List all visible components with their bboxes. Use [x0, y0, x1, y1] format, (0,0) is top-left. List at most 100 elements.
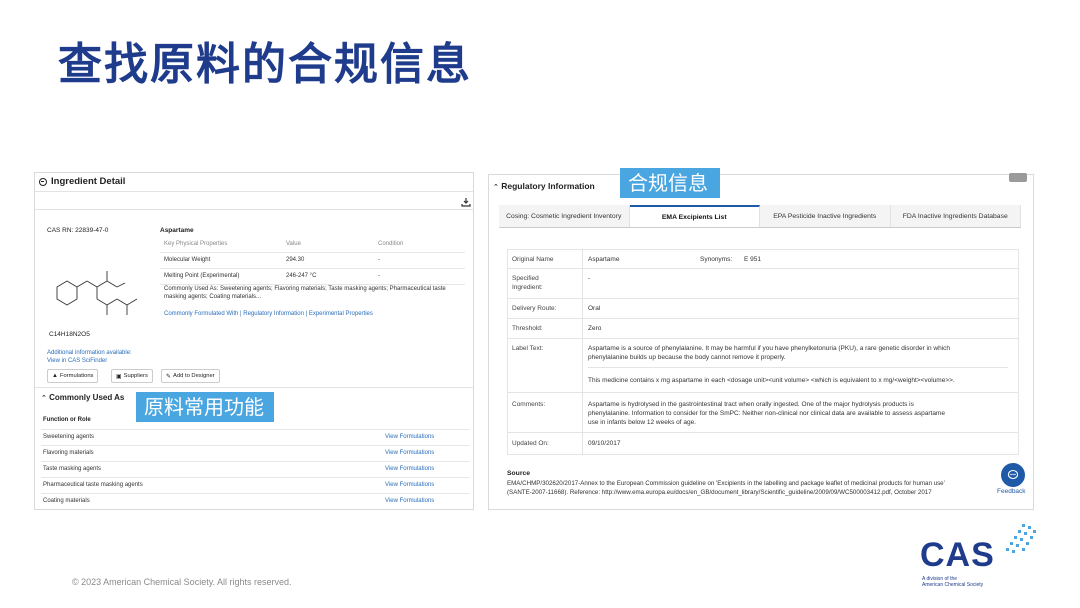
- column-divider: [582, 318, 583, 338]
- add-to-designer-button-label: Add to Designer: [173, 373, 215, 379]
- ingredient-detail-header: Ingredient Detail: [39, 176, 125, 187]
- table-row: Molecular Weight 294.30 -: [160, 253, 465, 269]
- source-line2: (SANTE-2007-11668). Reference: http://ww…: [507, 489, 932, 496]
- cas-logo: CAS A division of the American Chemical …: [920, 522, 1040, 592]
- suppliers-button[interactable]: ▣ Suppliers: [111, 369, 153, 383]
- header-divider: [35, 191, 473, 192]
- chemical-structure-image: [56, 271, 138, 315]
- detail-links[interactable]: Commonly Formulated With | Regulatory In…: [164, 311, 373, 317]
- prop-name: Molecular Weight: [164, 257, 211, 263]
- comments-label: Comments:: [512, 401, 546, 408]
- function-name: Taste masking agents: [43, 466, 102, 472]
- tab-epa-pesticide[interactable]: EPA Pesticide Inactive Ingredients: [760, 205, 891, 227]
- prop-value: 246-247 °C: [286, 273, 317, 279]
- formulations-button-label: Formulations: [59, 373, 94, 379]
- label-text-line1: Aspartame is a source of phenylalanine. …: [588, 345, 951, 352]
- regulatory-title: Regulatory Information: [501, 181, 595, 191]
- delivery-route-label: Delivery Route:: [512, 305, 557, 312]
- commonly-used-header[interactable]: ⌃ Commonly Used As: [41, 393, 124, 402]
- commonly-used-as-text: Commonly Used As: Sweetening agents; Fla…: [164, 286, 446, 300]
- view-formulations-link[interactable]: View Formulations: [385, 498, 434, 504]
- cart-icon: ▣: [116, 373, 122, 380]
- cas-rn: CAS RN: 22839-47-0: [47, 227, 109, 234]
- label-text-label: Label Text:: [512, 345, 544, 352]
- source-label: Source: [507, 470, 531, 477]
- ingredient-detail-title: Ingredient Detail: [51, 176, 126, 187]
- table-row: Comments: Aspartame is hydrolysed in the…: [508, 392, 1018, 433]
- formulations-button[interactable]: ▲ Formulations: [47, 369, 99, 383]
- add-to-designer-button[interactable]: ✎ Add to Designer: [161, 369, 220, 383]
- specified-label: Specified Ingredient:: [512, 274, 543, 292]
- regulatory-details-table: Original Name Aspartame Synonyms: E 951 …: [507, 249, 1019, 455]
- molecular-formula: C14H18N2O5: [49, 331, 90, 338]
- label-text-line3: This medicine contains x mg aspartame in…: [588, 377, 955, 384]
- specified-value: -: [588, 275, 591, 282]
- table-row: Original Name Aspartame Synonyms: E 951: [508, 250, 1018, 269]
- tab-ema-excipients[interactable]: EMA Excipients List: [629, 205, 760, 227]
- view-formulations-link[interactable]: View Formulations: [385, 466, 434, 472]
- callout-common-functions: 原料常用功能: [136, 392, 274, 422]
- function-name: Pharmaceutical taste masking agents: [43, 482, 143, 488]
- column-divider: [582, 250, 583, 268]
- callout-regulatory-info: 合规信息: [620, 168, 720, 198]
- table-row: Updated On: 09/10/2017: [508, 432, 1018, 454]
- comments-line1: Aspartame is hydrolysed in the gastroint…: [588, 401, 914, 408]
- flask-icon: ▲: [52, 373, 58, 379]
- tab-cosing[interactable]: Cosing: Cosmetic Ingredient Inventory: [499, 205, 630, 227]
- function-column-header: Function or Role: [43, 417, 91, 423]
- source-line1: EMA/CHMP/302620/2017-Annex to the Europe…: [507, 480, 945, 487]
- prop-header-condition: Condition: [378, 241, 404, 247]
- toolbar-divider: [35, 209, 473, 210]
- slide-title: 查找原料的合规信息: [58, 39, 472, 90]
- threshold-value: Zero: [588, 325, 602, 332]
- chevron-up-icon: ⌃: [493, 184, 499, 191]
- source-text: EMA/CHMP/302620/2017-Annex to the Europe…: [507, 479, 1027, 497]
- column-divider: [582, 392, 583, 432]
- column-divider: [582, 432, 583, 454]
- feedback-label[interactable]: Feedback: [997, 488, 1026, 495]
- properties-header-row: Key Physical Properties Value Condition: [160, 237, 465, 253]
- pencil-icon: ✎: [166, 373, 172, 380]
- updated-on-label: Updated On:: [512, 440, 549, 447]
- feedback-button[interactable]: [1001, 463, 1025, 487]
- tab-fda-inactive[interactable]: FDA Inactive Ingredients Database: [890, 205, 1021, 227]
- prop-condition: -: [378, 273, 380, 279]
- view-formulations-link[interactable]: View Formulations: [385, 482, 434, 488]
- prop-name: Melting Point (Experimental): [164, 273, 240, 279]
- list-item: Pharmaceutical taste masking agents View…: [41, 477, 469, 493]
- regulatory-header[interactable]: ⌃ Regulatory Information: [493, 181, 595, 191]
- additional-info-text: Additional information available:: [47, 350, 132, 356]
- ingredient-detail-panel: Ingredient Detail CAS RN: 22839-47-0 Asp…: [34, 172, 474, 510]
- properties-table: Key Physical Properties Value Condition …: [160, 237, 465, 285]
- table-row: Label Text: Aspartame is a source of phe…: [508, 338, 1018, 393]
- prop-condition: -: [378, 257, 380, 263]
- regulatory-tabs: Cosing: Cosmetic Ingredient Inventory EM…: [499, 205, 1021, 228]
- copyright-text: © 2023 American Chemical Society. All ri…: [72, 577, 292, 587]
- panel-corner-button[interactable]: [1009, 173, 1027, 182]
- additional-info[interactable]: Additional information available: View i…: [47, 349, 132, 365]
- view-formulations-link[interactable]: View Formulations: [385, 450, 434, 456]
- chat-bubble-icon: [1007, 469, 1019, 480]
- specified-label-line1: Specified: [512, 275, 539, 282]
- label-text-divider: [588, 367, 1008, 368]
- export-icon[interactable]: [461, 197, 471, 209]
- collapse-circle-icon[interactable]: [39, 177, 47, 186]
- view-in-scifinder-link[interactable]: View in CAS SciFinder: [47, 357, 132, 365]
- column-divider: [582, 298, 583, 318]
- prop-header-value: Value: [286, 241, 301, 247]
- list-item: Coating materials View Formulations: [41, 493, 469, 509]
- cas-logo-tagline: A division of the American Chemical Soci…: [922, 576, 983, 588]
- regulatory-panel: ⌃ Regulatory Information Cosing: Cosmeti…: [488, 173, 1034, 510]
- original-name-label: Original Name: [512, 256, 554, 263]
- column-divider: [582, 268, 583, 298]
- commonly-used-title: Commonly Used As: [49, 393, 125, 402]
- cas-logo-wordmark: CAS: [920, 536, 995, 574]
- ingredient-name: Aspartame: [160, 227, 194, 234]
- section-divider: [35, 387, 473, 388]
- view-formulations-link[interactable]: View Formulations: [385, 434, 434, 440]
- list-item: Flavoring materials View Formulations: [41, 445, 469, 461]
- function-name: Sweetening agents: [43, 434, 95, 440]
- comments-line2: phenylalanine. Information to consider f…: [588, 410, 945, 417]
- list-item: Taste masking agents View Formulations: [41, 461, 469, 477]
- table-row: Specified Ingredient: -: [508, 268, 1018, 299]
